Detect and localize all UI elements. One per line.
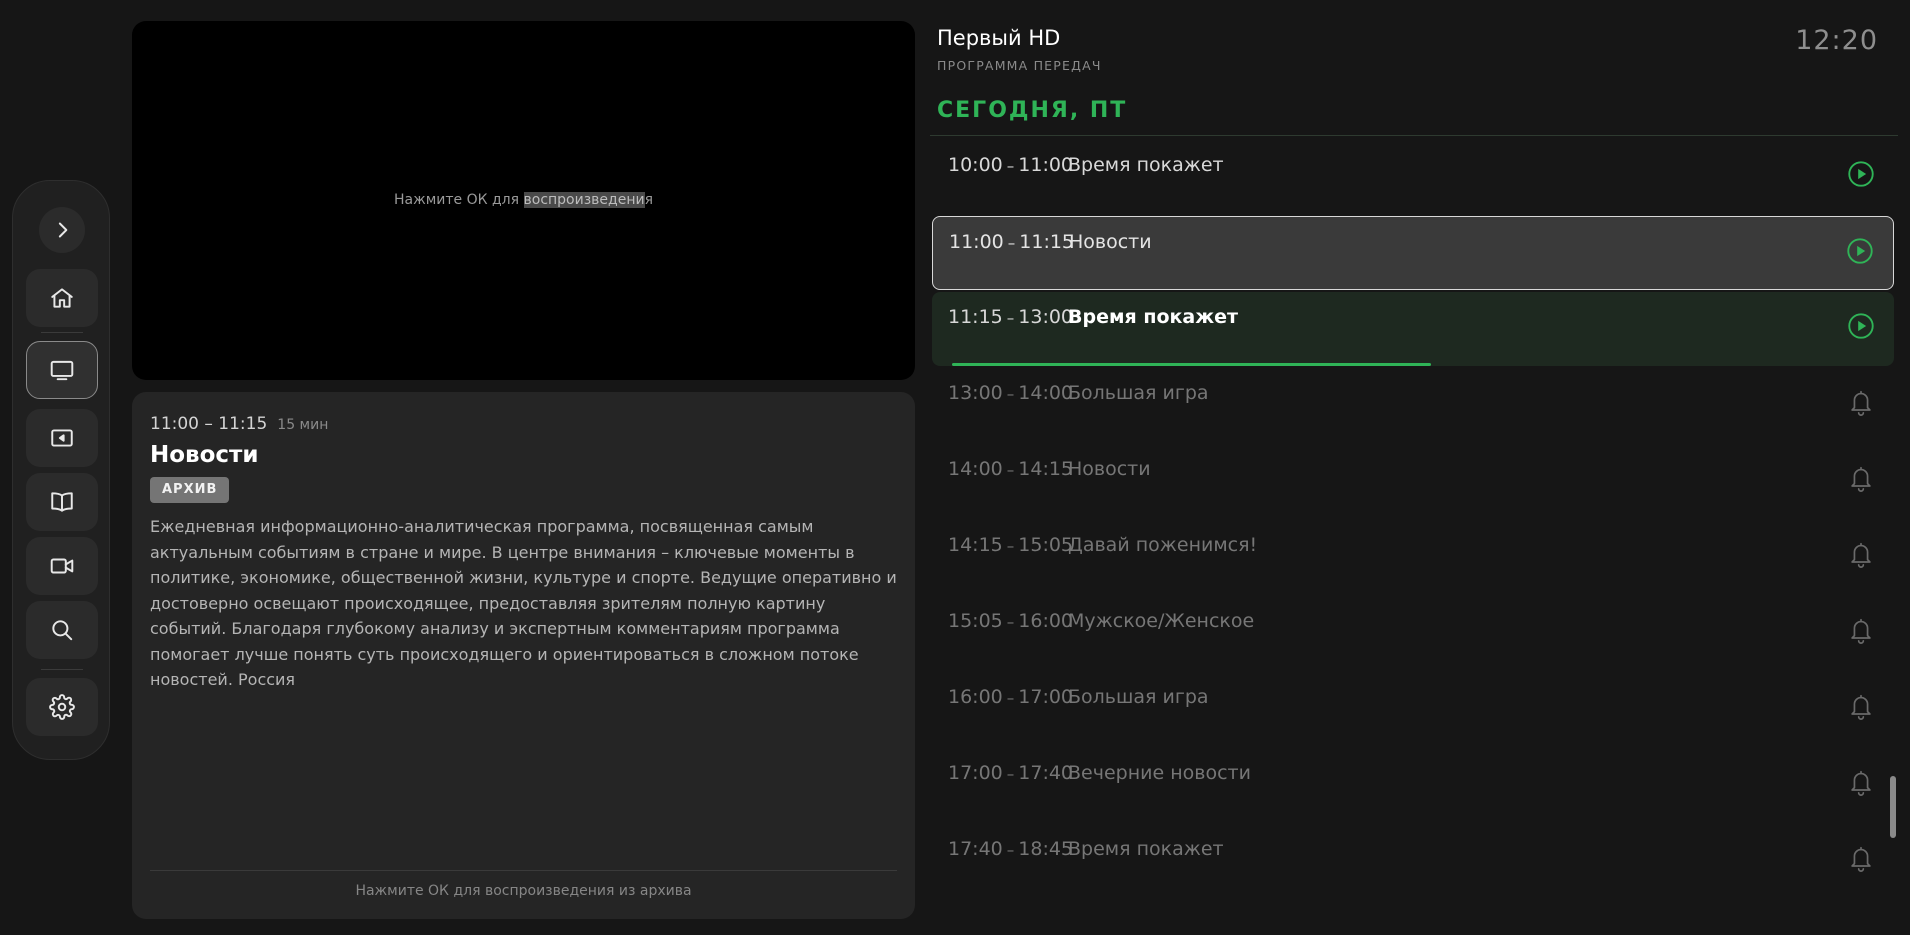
sidebar-item-library[interactable]: [26, 473, 98, 531]
bell-icon: [1851, 846, 1871, 872]
schedule-row[interactable]: 13:00–14:00 Большая игра: [932, 368, 1894, 442]
schedule-row[interactable]: 11:00–11:15 Новости: [932, 216, 1894, 290]
schedule-row[interactable]: 15:05–16:00 Мужское/Женское: [932, 596, 1894, 670]
schedule-title: Время покажет: [1068, 154, 1224, 176]
schedule-title: Новости: [1068, 458, 1151, 480]
schedule-row[interactable]: 17:40–18:45 Время покажет: [932, 824, 1894, 898]
schedule-title: Большая игра: [1068, 686, 1209, 708]
schedule-row[interactable]: 11:15–13:00 Время покажет: [932, 292, 1894, 366]
schedule-title: Мужское/Женское: [1068, 610, 1255, 632]
home-icon: [51, 288, 73, 308]
search-icon: [52, 620, 73, 641]
channel-name: Первый HD: [937, 26, 1061, 50]
schedule-list: 10:00–11:00 Время покажет 11:00–11:15 Но…: [932, 140, 1894, 930]
reminder-button[interactable]: [1845, 690, 1877, 722]
gear-icon: [49, 694, 75, 720]
video-player-icon: [51, 429, 73, 447]
schedule-title: Вечерние новости: [1068, 762, 1251, 784]
play-button[interactable]: [1844, 235, 1876, 267]
reminder-button[interactable]: [1845, 386, 1877, 418]
schedule-row[interactable]: 14:00–14:15 Новости: [932, 444, 1894, 518]
program-title: Новости: [150, 442, 259, 468]
bell-icon: [1851, 466, 1871, 492]
sidebar-item-camera[interactable]: [26, 537, 98, 595]
program-time: 11:00 – 11:15 15 мин: [150, 414, 329, 434]
reminder-button[interactable]: [1845, 538, 1877, 570]
bell-icon: [1851, 770, 1871, 796]
sidebar: [12, 180, 110, 760]
sidebar-item-home[interactable]: [26, 269, 98, 327]
video-camera-icon: [50, 558, 74, 574]
bell-icon: [1851, 542, 1871, 568]
schedule-title: Большая игра: [1068, 382, 1209, 404]
progress-bar: [952, 363, 1874, 366]
program-info-panel: 11:00 – 11:15 15 мин Новости АРХИВ Ежедне…: [132, 392, 915, 919]
schedule-row[interactable]: 16:00–17:00 Большая игра: [932, 672, 1894, 746]
play-button[interactable]: [1845, 310, 1877, 342]
day-label: СЕГОДНЯ, ПТ: [937, 98, 1128, 123]
schedule-scrollbar[interactable]: [1890, 776, 1896, 838]
schedule-row[interactable]: 17:00–17:40 Вечерние новости: [932, 748, 1894, 822]
schedule-title: Давай поженимся!: [1068, 534, 1258, 556]
player-hint: Нажмите ОК для воспроизведения: [393, 192, 653, 208]
reminder-button[interactable]: [1845, 462, 1877, 494]
play-icon: [1848, 161, 1874, 187]
day-divider: [930, 135, 1898, 136]
reminder-button[interactable]: [1845, 766, 1877, 798]
sidebar-item-archive[interactable]: [26, 409, 98, 467]
sidebar-divider: [41, 332, 83, 333]
clock: 12:20: [1795, 25, 1878, 56]
archive-play-hint: Нажмите ОК для воспроизведения из архива: [355, 883, 692, 899]
schedule-title: Время покажет: [1068, 306, 1239, 328]
info-divider: [150, 870, 897, 871]
program-duration: 15 мин: [277, 417, 329, 433]
archive-badge: АРХИВ: [150, 477, 230, 503]
schedule-row[interactable]: 14:15–15:05 Давай поженимся!: [932, 520, 1894, 594]
program-guide-label: ПРОГРАММА ПЕРЕДАЧ: [937, 58, 1102, 73]
play-button[interactable]: [1845, 158, 1877, 190]
sidebar-expand-button[interactable]: [39, 207, 85, 253]
sidebar-item-tv[interactable]: [26, 341, 98, 399]
reminder-button[interactable]: [1845, 614, 1877, 646]
sidebar-divider: [41, 669, 83, 670]
program-description: Ежедневная информационно-аналитическая п…: [150, 517, 897, 689]
schedule-row[interactable]: 10:00–11:00 Время покажет: [932, 140, 1894, 214]
tv-icon: [50, 360, 74, 381]
bell-icon: [1851, 618, 1871, 644]
play-icon: [1848, 313, 1874, 339]
reminder-button[interactable]: [1845, 842, 1877, 874]
bell-icon: [1851, 694, 1871, 720]
sidebar-item-settings[interactable]: [26, 678, 98, 736]
play-icon: [1847, 238, 1873, 264]
sidebar-item-search[interactable]: [26, 601, 98, 659]
progress-fill: [952, 363, 1432, 366]
schedule-title: Время покажет: [1068, 838, 1224, 860]
video-player[interactable]: Нажмите ОК для воспроизведения: [132, 21, 915, 380]
chevron-right-icon: [58, 222, 68, 238]
bell-icon: [1851, 390, 1871, 416]
book-icon: [51, 492, 73, 512]
schedule-title: Новости: [1069, 231, 1152, 253]
